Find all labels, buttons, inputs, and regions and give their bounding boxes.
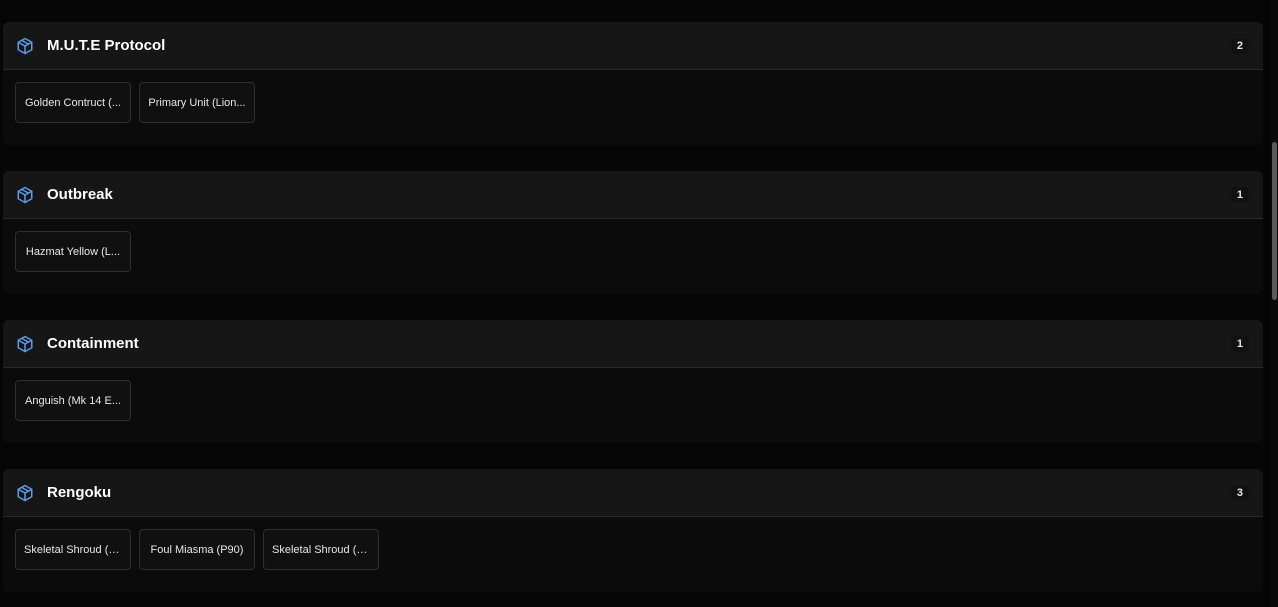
section-mute-protocol: M.U.T.E Protocol 2 Golden Contruct (... … [3,22,1263,145]
item-count-badge: 1 [1230,186,1249,203]
section-header[interactable]: Outbreak 1 [3,171,1263,219]
section-title: Rengoku [47,484,112,501]
item-chip-label: Skeletal Shroud (R... [24,543,122,556]
item-chip-label: Hazmat Yellow (L... [25,245,121,258]
page: M.U.T.E Protocol 2 Golden Contruct (... … [0,0,1278,607]
item-chip-label: Foul Miasma (P90) [150,543,244,556]
item-chip[interactable]: Hazmat Yellow (L... [15,231,131,272]
cube-icon [15,185,35,205]
item-chip[interactable]: Golden Contruct (... [15,82,131,123]
section-rengoku: Rengoku 3 Skeletal Shroud (R... Foul Mia… [3,469,1263,592]
item-chip[interactable]: Skeletal Shroud (R... [263,529,379,570]
item-chip[interactable]: Foul Miasma (P90) [139,529,255,570]
section-items: Golden Contruct (... Primary Unit (Lion.… [3,70,1263,135]
section-title: M.U.T.E Protocol [47,37,166,54]
item-chip[interactable]: Skeletal Shroud (R... [15,529,131,570]
section-title: Containment [47,335,139,352]
cube-icon [15,483,35,503]
item-count-badge: 2 [1230,37,1249,54]
section-header[interactable]: M.U.T.E Protocol 2 [3,22,1263,70]
cube-icon [15,334,35,354]
section-items: Anguish (Mk 14 E... [3,368,1263,433]
section-containment: Containment 1 Anguish (Mk 14 E... [3,320,1263,443]
item-chip-label: Primary Unit (Lion... [148,96,246,109]
section-outbreak: Outbreak 1 Hazmat Yellow (L... [3,171,1263,294]
scrollbar-thumb[interactable] [1272,142,1277,300]
item-chip-label: Skeletal Shroud (R... [272,543,370,556]
section-header[interactable]: Rengoku 3 [3,469,1263,517]
section-items: Skeletal Shroud (R... Foul Miasma (P90) … [3,517,1263,582]
item-chip[interactable]: Anguish (Mk 14 E... [15,380,131,421]
cube-icon [15,36,35,56]
section-header[interactable]: Containment 1 [3,320,1263,368]
section-title: Outbreak [47,186,113,203]
item-chip[interactable]: Primary Unit (Lion... [139,82,255,123]
section-list: M.U.T.E Protocol 2 Golden Contruct (... … [3,22,1263,607]
item-count-badge: 3 [1230,484,1249,501]
scrollbar[interactable] [1270,0,1278,607]
item-chip-label: Anguish (Mk 14 E... [25,394,121,407]
item-count-badge: 1 [1230,335,1249,352]
section-items: Hazmat Yellow (L... [3,219,1263,284]
item-chip-label: Golden Contruct (... [25,96,121,109]
